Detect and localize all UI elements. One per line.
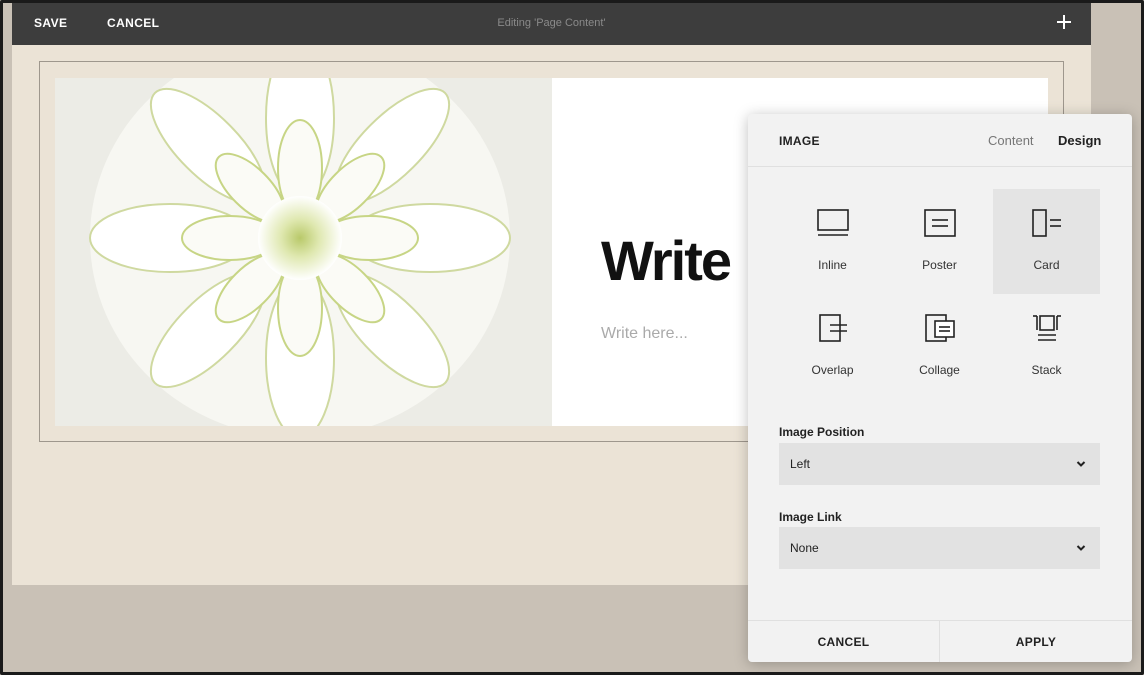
layout-label-poster: Poster [922, 258, 957, 272]
layout-option-inline[interactable]: Inline [779, 189, 886, 294]
card-layout-icon [1032, 209, 1061, 237]
panel-footer: CANCEL APPLY [748, 620, 1132, 662]
poster-layout-icon [924, 209, 956, 237]
tab-design[interactable]: Design [1058, 133, 1101, 148]
layout-label-card: Card [1033, 258, 1060, 272]
layout-option-collage[interactable]: Collage [886, 294, 993, 399]
panel-cancel-button[interactable]: CANCEL [748, 621, 940, 662]
image-link-label: Image Link [779, 510, 842, 524]
body-placeholder[interactable]: Write here... [601, 325, 688, 343]
chevron-down-icon [1076, 461, 1086, 467]
overlap-layout-icon [819, 314, 847, 342]
headline-text[interactable]: Write [601, 228, 732, 293]
layout-option-card[interactable]: Card [993, 189, 1100, 294]
layout-label-inline: Inline [818, 258, 847, 272]
flower-image[interactable] [55, 78, 552, 426]
layout-option-poster[interactable]: Poster [886, 189, 993, 294]
panel-apply-button[interactable]: APPLY [940, 621, 1132, 662]
chevron-down-icon [1076, 545, 1086, 551]
layout-label-collage: Collage [919, 363, 960, 377]
editor-title: Editing 'Page Content' [497, 17, 606, 29]
image-link-value: None [790, 541, 819, 555]
image-settings-panel: IMAGE Content Design Inline Poster Card … [748, 114, 1132, 662]
stack-layout-icon [1033, 315, 1061, 341]
plus-icon[interactable] [1051, 9, 1077, 35]
layout-label-overlap: Overlap [811, 363, 854, 377]
inline-layout-icon [817, 209, 849, 236]
tab-content[interactable]: Content [988, 133, 1034, 148]
panel-title: IMAGE [779, 134, 820, 148]
editor-toolbar: SAVE CANCEL Editing 'Page Content' [12, 3, 1091, 45]
image-link-select[interactable]: None [779, 527, 1100, 569]
image-position-select[interactable]: Left [779, 443, 1100, 485]
layout-label-stack: Stack [1031, 363, 1062, 377]
layout-option-stack[interactable]: Stack [993, 294, 1100, 399]
layout-option-overlap[interactable]: Overlap [779, 294, 886, 399]
image-position-value: Left [790, 457, 811, 471]
panel-header: IMAGE Content Design [748, 114, 1132, 167]
image-position-label: Image Position [779, 425, 865, 439]
collage-layout-icon [925, 314, 955, 342]
layout-options: Inline Poster Card Overlap Collage Stack [779, 189, 1100, 399]
